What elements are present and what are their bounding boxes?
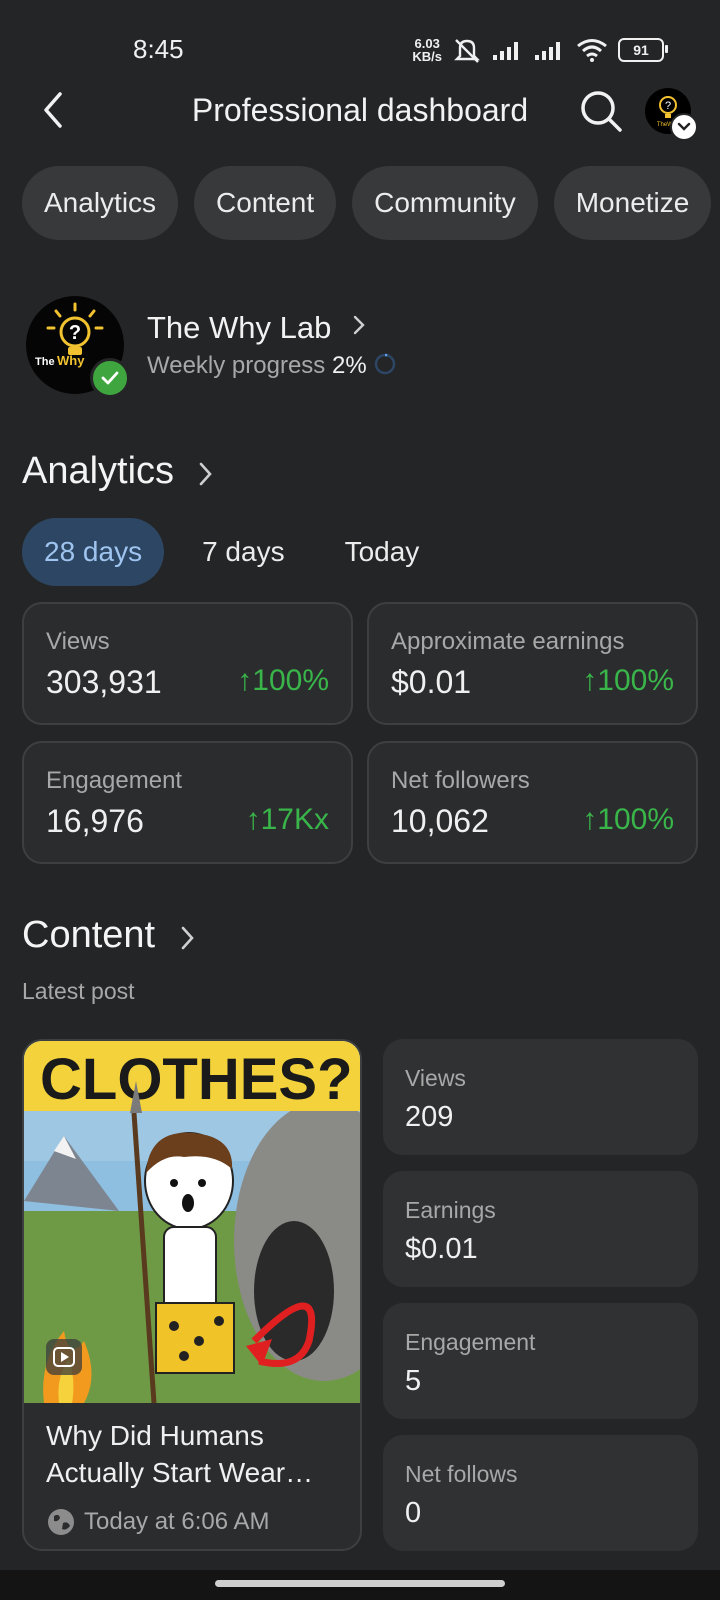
stat-delta: ↑100% [582,803,674,836]
post-title: Why Did Humans Actually Start Wear… [46,1420,314,1488]
weekly-progress-value: 2% [331,352,367,379]
signal-icon-1 [493,42,518,60]
stat-delta: ↑100% [582,664,674,697]
thumbnail-title: CLOTHES? [40,1047,353,1112]
tab-28-days[interactable]: 28 days [22,518,165,586]
stat-delta: ↑17Kx [245,803,329,836]
stat-card-net-followers[interactable]: Net followers 10,062 ↑100% [367,741,698,864]
weekly-progress: Weekly progress 2% [147,352,367,380]
post-stat-value: $0.01 [405,1233,478,1265]
latest-post-card[interactable]: CLOTHES? Why Did Humans Actually Start W… [22,1039,362,1551]
network-speed: 6.03 KB/s [412,37,442,63]
mute-icon [454,39,480,63]
tab-today[interactable]: Today [323,518,442,586]
post-stat-label: Views [405,1065,466,1091]
stat-value: 16,976 [46,803,144,839]
stat-value: $0.01 [391,664,472,700]
stat-card-views[interactable]: Views 303,931 ↑100% [22,602,353,725]
analytics-heading[interactable]: Analytics [22,450,174,493]
post-thumbnail: CLOTHES? [24,1041,360,1403]
battery-indicator: 91 [618,38,668,62]
svg-text:?: ? [69,322,81,344]
stat-value: 10,062 [391,803,489,839]
stat-card-earnings[interactable]: Approximate earnings $0.01 ↑100% [367,602,698,725]
chevron-right-icon[interactable] [352,314,366,336]
weekly-progress-label: Weekly progress [147,352,326,379]
home-indicator[interactable] [215,1580,505,1587]
signal-icon-2 [535,42,560,60]
network-speed-unit: KB/s [412,49,442,64]
wifi-icon [577,39,607,62]
chevron-right-icon[interactable] [180,925,196,951]
svg-text:Why: Why [57,353,85,368]
stat-label: Views [46,628,110,655]
post-stat-value: 0 [405,1497,422,1529]
analytics-period-tabs: 28 days 7 days Today [22,518,441,586]
verified-check-icon [90,358,130,398]
profile-name[interactable]: The Why Lab [147,310,331,346]
post-stat-value: 5 [405,1365,422,1397]
chip-content[interactable]: Content [194,166,337,240]
content-heading[interactable]: Content [22,914,155,957]
chevron-right-icon[interactable] [198,461,214,487]
account-switch-icon[interactable] [670,113,698,141]
search-icon[interactable] [578,88,624,134]
stat-label: Net followers [391,767,530,794]
stat-label: Approximate earnings [391,628,625,655]
post-stat-views[interactable]: Views 209 [383,1039,698,1155]
post-stat-label: Engagement [405,1329,536,1355]
post-stat-earnings[interactable]: Earnings $0.01 [383,1171,698,1287]
chip-monetize[interactable]: Monetize [553,166,712,240]
tab-7-days[interactable]: 7 days [180,518,307,586]
svg-text:?: ? [665,100,671,112]
chip-community[interactable]: Community [352,166,538,240]
stat-value: 303,931 [46,664,162,700]
progress-ring-icon [374,353,396,375]
section-chips: Analytics Content Community Monetize [22,166,712,240]
post-stat-engagement[interactable]: Engagement 5 [383,1303,698,1419]
stat-delta: ↑100% [237,664,329,697]
chip-analytics[interactable]: Analytics [22,166,179,240]
post-time: Today at 6:06 AM [84,1508,270,1535]
post-stat-value: 209 [405,1101,454,1133]
stat-label: Engagement [46,767,183,794]
post-stat-net-follows[interactable]: Net follows 0 [383,1435,698,1551]
latest-post-label: Latest post [22,978,135,1004]
globe-icon [48,1509,74,1535]
post-stat-label: Net follows [405,1461,518,1487]
status-icons: 6.03 KB/s 91 [412,36,668,64]
post-meta: Today at 6:06 AM [46,1507,269,1537]
status-time: 8:45 [133,34,184,64]
svg-text:The: The [35,356,55,368]
stat-card-engagement[interactable]: Engagement 16,976 ↑17Kx [22,741,353,864]
post-stat-label: Earnings [405,1197,496,1223]
